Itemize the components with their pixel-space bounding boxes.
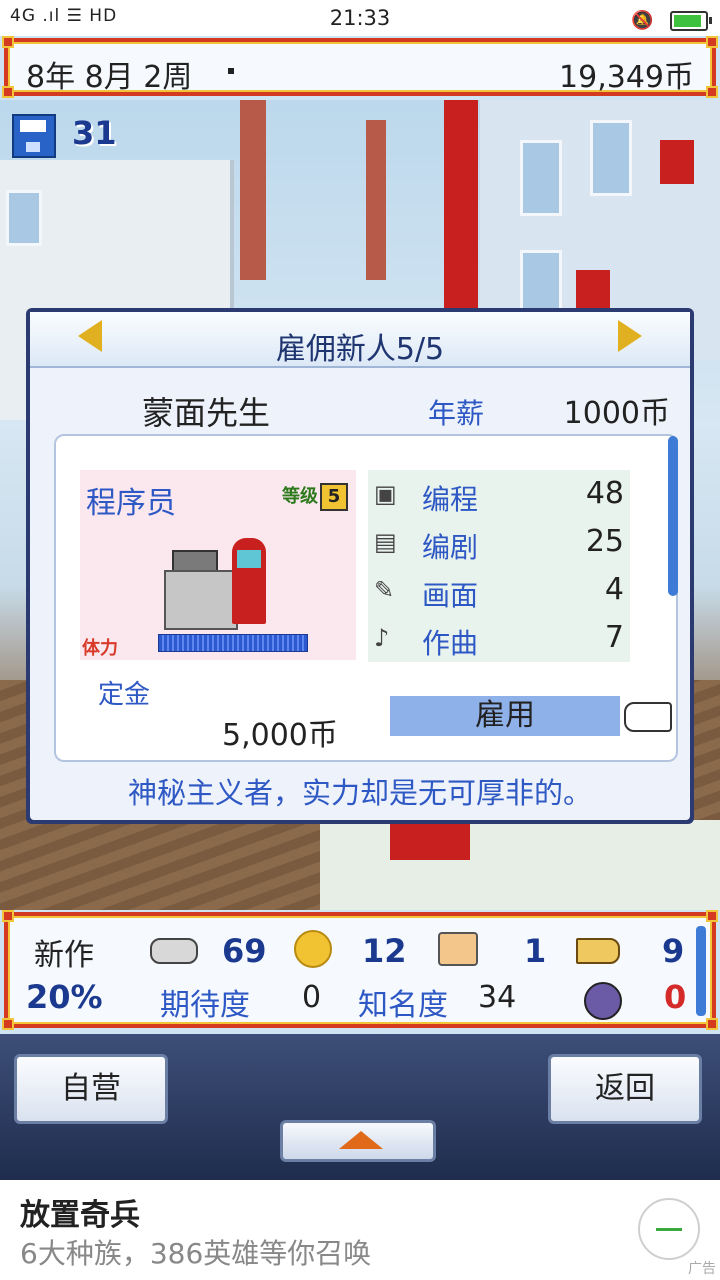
trumpet-icon [576,938,620,964]
top-status-bar: 8年 8月 2周 19,349币 [2,36,718,98]
game-date: 8年 8月 2周 [26,60,193,95]
controller-value: 69 [222,932,267,970]
stat-label: 编程 [422,483,479,516]
hire-button[interactable]: 雇用 [390,696,620,736]
level-value: 5 [320,483,348,511]
expand-menu-button[interactable] [280,1120,436,1162]
paint-value: 1 [524,932,547,970]
book-icon: ▤ [374,528,397,556]
computer-icon: ▣ [374,480,397,508]
info-scrollbar[interactable] [696,926,706,1016]
stat-value: 4 [604,572,624,607]
level-label: 等级 [282,486,318,507]
stat-row: ▤ 编剧 25 [368,520,630,566]
candidate-card: 程序员 等级 5 体力 ▣ 编程 48 ▤ 编剧 25 ✎ 画面 4 ♪ 作曲 … [54,434,678,762]
stat-row: ✎ 画面 4 [368,568,630,614]
new-game-label: 新作 [34,938,94,973]
music-value: 9 [662,932,685,970]
stat-value: 25 [585,524,624,559]
battery-icon: 🔕 [631,7,712,31]
salary-label: 年薪 [428,397,485,430]
stat-row: ▣ 编程 48 [368,472,630,518]
expectation-label: 期待度 [160,988,250,1023]
expectation-value: 0 [302,980,322,1015]
stamina-label: 体力 [82,638,118,659]
job-title: 程序员 [86,486,176,521]
back-button[interactable]: 返回 [548,1054,702,1124]
ad-tag: 广告 [688,1261,716,1277]
candidate-name: 蒙面先生 [142,394,271,432]
stat-row: ♪ 作曲 7 [368,616,630,662]
ad-title: 放置奇兵 [20,1198,140,1233]
paint-icon [438,932,478,966]
ad-banner[interactable]: 放置奇兵 6大种族，386英雄等你召唤 广告 [0,1180,720,1280]
progress-percent: 20% [26,978,103,1016]
pointing-hand-icon [624,702,672,732]
stat-value: 48 [585,476,624,511]
self-run-button[interactable]: 自营 [14,1054,168,1124]
mute-icon: 🔕 [631,10,654,31]
fame-value: 34 [478,980,517,1015]
hire-dialog: 雇佣新人5/5 蒙面先生 年薪 1000币 程序员 等级 5 体力 ▣ 编程 48 [26,308,694,824]
stat-value: 7 [604,620,624,655]
masked-character-icon [232,538,266,624]
coin-value: 12 [362,932,407,970]
coin-icon [294,930,332,968]
stat-label: 作曲 [422,627,479,660]
paint-icon: ✎ [374,576,395,604]
dialog-header: 雇佣新人5/5 [30,312,690,368]
ad-minimize-button[interactable] [638,1198,700,1260]
speed-indicator [228,68,234,74]
bottom-nav: 自营 返回 [0,1034,720,1180]
controller-icon [150,938,198,964]
next-candidate-arrow-icon[interactable] [618,320,642,352]
money-display: 19,349币 [559,60,694,95]
ad-subtitle: 6大种族，386英雄等你召唤 [20,1237,372,1270]
candidate-description: 神秘主义者，实力却是无可厚非的。 [127,776,592,810]
skill-stats: ▣ 编程 48 ▤ 编剧 25 ✎ 画面 4 ♪ 作曲 7 [368,470,630,662]
card-scrollbar[interactable] [668,436,678,596]
status-bar: 4G .ıl ☰ HD 21:33 🔕 [0,0,720,36]
trumpet-icon: ♪ [374,624,390,652]
stamina-bar [158,634,308,652]
stat-label: 画面 [422,579,479,612]
arrow-up-icon [339,1131,383,1149]
save-count: 31 [72,114,117,152]
deposit-value: 5,000币 [222,718,338,753]
fans-value: 0 [664,978,687,1016]
save-icon[interactable] [12,114,56,158]
stat-label: 编剧 [422,531,479,564]
dialog-title: 雇佣新人5/5 [275,332,445,367]
project-info-bar: 新作 69 12 1 9 20% 期待度 0 知名度 34 0 [2,910,718,1030]
fame-label: 知名度 [358,988,448,1023]
candidate-portrait: 程序员 等级 5 体力 [80,470,356,660]
clock: 21:33 [329,6,391,30]
deposit-label: 定金 [98,680,151,710]
desk-icon [164,570,238,630]
fan-icon [584,982,622,1020]
salary-value: 1000币 [563,396,670,431]
level-badge: 等级 5 [282,482,348,511]
